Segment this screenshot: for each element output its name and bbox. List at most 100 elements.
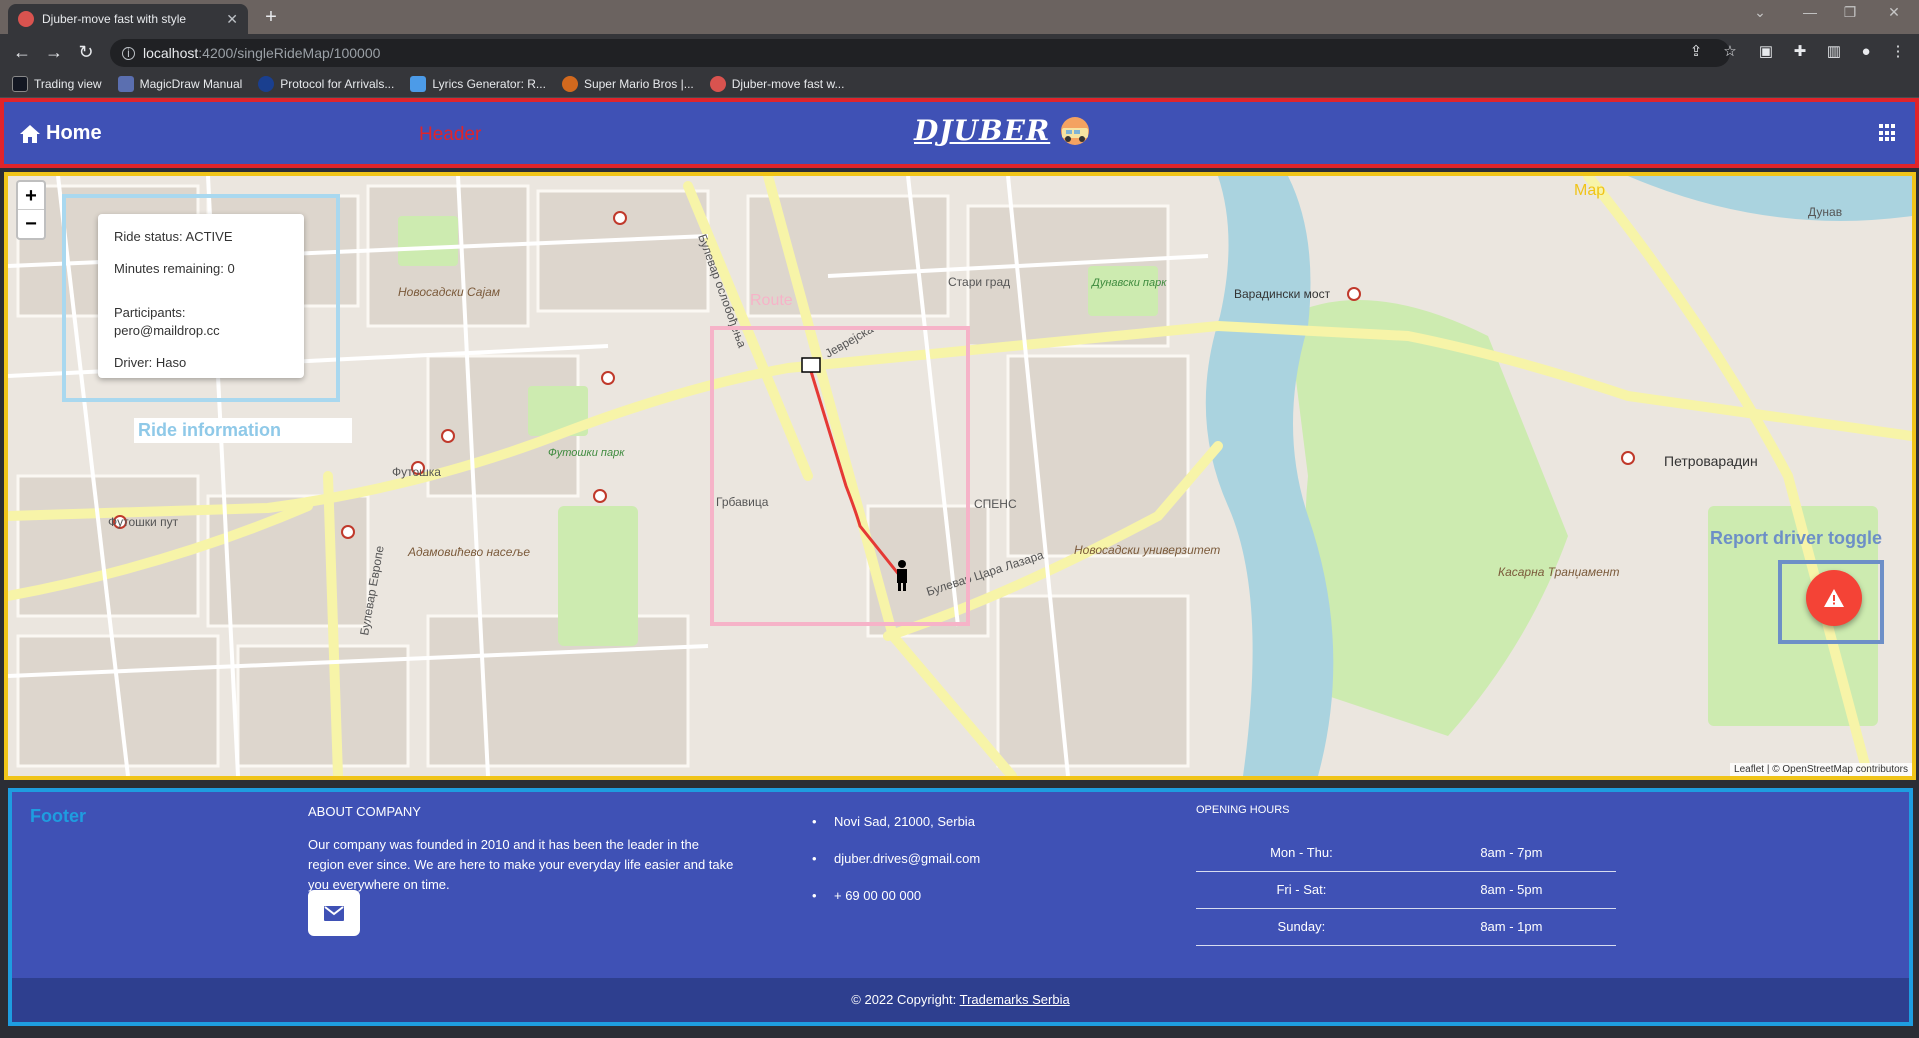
about-section: ABOUT COMPANY Our company was founded in… <box>308 804 738 895</box>
participants-label: Participants: <box>114 305 186 320</box>
browser-tab-strip: Djuber-move fast with style ✕ + ⌄ — ❐ ✕ <box>0 0 1919 34</box>
participant-email: pero@maildrop.cc <box>114 323 220 338</box>
map-label-dunav: Дунав <box>1808 205 1842 219</box>
ride-status: Ride status: ACTIVE <box>114 229 233 244</box>
map-container[interactable]: Футошка Футошки пут Јеврејска Стари град… <box>4 172 1916 780</box>
contact-email: djuber.drives@gmail.com <box>812 851 980 866</box>
bookmark-item[interactable]: Super Mario Bros |... <box>561 75 694 92</box>
hours-day: Mon - Thu: <box>1196 834 1407 872</box>
table-row: Mon - Thu: 8am - 7pm <box>1196 834 1616 872</box>
tab-search-icon[interactable]: ⌄ <box>1740 4 1780 21</box>
hours-time: 8am - 1pm <box>1406 908 1616 946</box>
site-info-icon[interactable]: i <box>122 46 135 60</box>
back-icon[interactable]: ← <box>10 40 34 64</box>
driver-name: Driver: Haso <box>114 355 187 370</box>
tab-favicon-icon <box>18 11 34 27</box>
table-row: Sunday: 8am - 1pm <box>1196 908 1616 946</box>
side-panel-icon[interactable]: ▥ <box>1824 42 1844 62</box>
minimize-icon[interactable]: — <box>1790 4 1830 20</box>
contact-address: Novi Sad, 21000, Serbia <box>812 814 980 829</box>
zoom-out-button[interactable]: − <box>18 210 44 238</box>
url-path: :4200/singleRideMap/100000 <box>198 45 381 61</box>
mario-icon <box>561 75 578 92</box>
tab-title: Djuber-move fast with style <box>42 12 187 26</box>
map-label-futoski-park: Футошки парк <box>548 447 625 459</box>
map-label-adamovicevo: Адамовићево насеље <box>407 545 530 559</box>
opening-hours: OPENING HOURS Mon - Thu: 8am - 7pm Fri - … <box>1196 804 1616 946</box>
reload-icon[interactable]: ↻ <box>74 40 98 64</box>
email-button[interactable] <box>308 890 360 936</box>
apps-grid-icon[interactable] <box>1879 124 1897 142</box>
contact-list: Novi Sad, 21000, Serbia djuber.drives@gm… <box>812 814 980 925</box>
map-label-novosadski-sajam: Новосадски Сајам <box>398 285 500 299</box>
report-annotation-label: Report driver toggle <box>1710 528 1883 548</box>
map-label-futoski-put: Футошки пут <box>108 515 179 529</box>
mail-icon <box>324 905 344 921</box>
ride-info-annotation-label: Ride information <box>134 418 352 443</box>
url-host: localhost <box>143 45 199 61</box>
bookmarks-bar: Trading view MagicDraw Manual Protocol f… <box>0 70 1919 98</box>
browser-tab[interactable]: Djuber-move fast with style ✕ <box>8 4 248 34</box>
map-label-stari-grad: Стари град <box>948 275 1010 289</box>
copyright-text: © 2022 Copyright: <box>851 992 960 1007</box>
home-button[interactable]: Home <box>20 122 102 145</box>
report-driver-button[interactable] <box>1806 570 1862 626</box>
hours-time: 8am - 7pm <box>1406 834 1616 872</box>
map-label-univerzitet: Новосадски универзитет <box>1074 543 1220 557</box>
avatar[interactable]: ● <box>1856 42 1876 62</box>
map-attribution[interactable]: Leaflet | © OpenStreetMap contributors <box>1730 763 1912 776</box>
hours-title: OPENING HOURS <box>1196 804 1290 816</box>
home-label: Home <box>46 122 102 144</box>
participants: Participants: pero@maildrop.cc <box>114 304 288 340</box>
minutes-remaining: Minutes remaining: 0 <box>114 261 235 276</box>
map-label-kasarna: Касарна Трaнџамент <box>1498 565 1619 579</box>
k-letter-icon <box>410 75 427 92</box>
extension-icon[interactable]: ▣ <box>1756 42 1776 62</box>
hours-time: 8am - 5pm <box>1406 871 1616 909</box>
footer-annotation-label: Footer <box>30 806 86 826</box>
map-label-petrovaradin: Петроварадин <box>1664 453 1758 469</box>
share-icon[interactable]: ⇪ <box>1686 42 1706 62</box>
magicdraw-icon <box>117 75 134 92</box>
hours-day: Fri - Sat: <box>1196 871 1407 909</box>
map-label-futoska: Футошка <box>392 465 441 479</box>
forward-icon[interactable]: → <box>42 40 66 64</box>
djuber-favicon-icon <box>709 75 726 92</box>
home-icon <box>20 124 40 143</box>
route-annotation-box <box>710 326 970 626</box>
app-root: Home Header DJUBER Футошка Футошки пут Ј… <box>0 98 1919 1038</box>
logo-text: DJUBER <box>914 114 1051 147</box>
contact-phone: + 69 00 00 000 <box>812 888 980 903</box>
djuber-logo[interactable]: DJUBER <box>914 114 1094 147</box>
copyright-link[interactable]: Trademarks Serbia <box>960 992 1070 1007</box>
eu-flag-icon <box>258 75 275 92</box>
map-label-dunavski-park: Дунавски парк <box>1090 277 1167 289</box>
warning-icon <box>1824 589 1844 607</box>
bookmark-item[interactable]: Djuber-move fast w... <box>709 75 844 92</box>
header: Home Header DJUBER <box>0 98 1919 168</box>
zoom-control: + − <box>16 180 46 240</box>
ride-info-card: Ride status: ACTIVE Minutes remaining: 0… <box>98 214 304 378</box>
table-row: Fri - Sat: 8am - 5pm <box>1196 871 1616 909</box>
close-window-icon[interactable]: ✕ <box>1874 4 1914 21</box>
browser-toolbar: ← → ↻ i localhost :4200/singleRideMap/10… <box>0 34 1919 70</box>
puzzle-icon[interactable]: ✚ <box>1790 42 1810 62</box>
map-annotation-label: Map <box>1574 182 1606 199</box>
map-label-varadinski-most: Варадински мост <box>1234 287 1331 301</box>
bookmark-item[interactable]: MagicDraw Manual <box>117 75 242 92</box>
address-bar[interactable]: i localhost :4200/singleRideMap/100000 <box>110 39 1730 67</box>
zoom-in-button[interactable]: + <box>18 182 44 210</box>
hours-table: Mon - Thu: 8am - 7pm Fri - Sat: 8am - 5pm … <box>1196 834 1616 946</box>
bookmark-item[interactable]: Protocol for Arrivals... <box>258 75 394 92</box>
browser-menu-icon[interactable]: ⋮ <box>1888 42 1908 62</box>
bookmark-item[interactable]: Trading view <box>12 75 102 92</box>
restore-icon[interactable]: ❐ <box>1830 4 1870 21</box>
bookmark-star-icon[interactable]: ☆ <box>1720 42 1740 62</box>
tradingview-icon <box>12 75 28 92</box>
footer: Footer ABOUT COMPANY Our company was fou… <box>8 788 1913 1026</box>
tab-close-icon[interactable]: ✕ <box>226 11 238 28</box>
about-title: ABOUT COMPANY <box>308 804 421 819</box>
bookmark-item[interactable]: Lyrics Generator: R... <box>410 75 546 92</box>
new-tab-button[interactable]: + <box>258 4 284 30</box>
hours-day: Sunday: <box>1196 908 1407 946</box>
